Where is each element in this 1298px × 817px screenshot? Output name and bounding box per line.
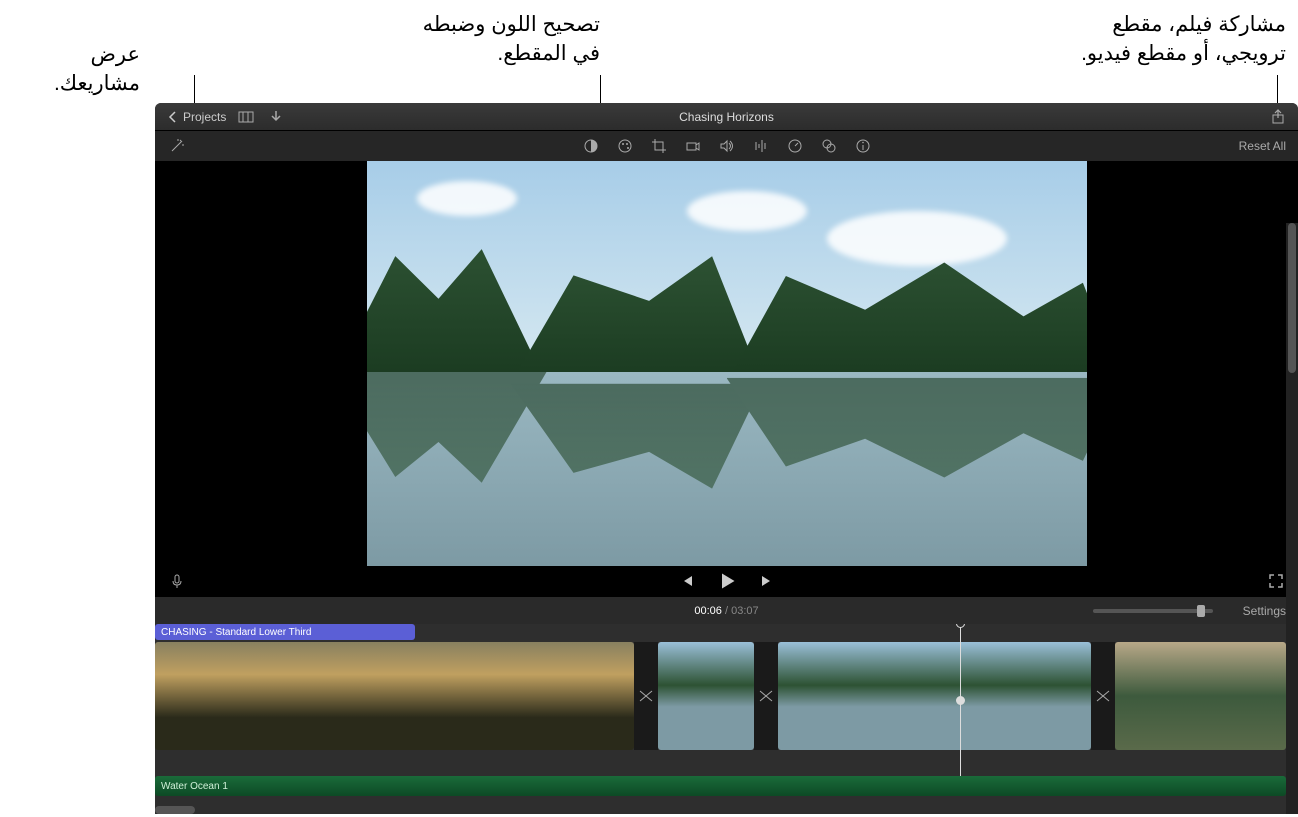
library-icon	[238, 109, 254, 125]
time-display: 00:06 / 03:07	[694, 605, 758, 617]
zoom-slider[interactable]	[1093, 609, 1213, 613]
projects-label: Projects	[183, 110, 226, 124]
next-button[interactable]	[757, 571, 777, 591]
adjustment-icons	[581, 136, 873, 156]
next-icon	[759, 573, 775, 589]
play-icon	[717, 571, 737, 591]
video-clip-3[interactable]	[778, 642, 1091, 750]
camera-icon	[685, 138, 701, 154]
import-button[interactable]	[266, 107, 286, 127]
timeline-header: 00:06 / 03:07 Settings	[155, 596, 1298, 624]
horizontal-scrollbar[interactable]	[155, 806, 195, 814]
volume-icon	[719, 138, 735, 154]
playhead-handle[interactable]	[956, 624, 965, 628]
title-clip[interactable]: CHASING - Standard Lower Third	[155, 624, 415, 640]
media-browser-button[interactable]	[236, 107, 256, 127]
volume-button[interactable]	[717, 136, 737, 156]
transition-icon	[758, 688, 774, 704]
transition-2[interactable]	[754, 642, 778, 750]
callout-projects: عرض مشاريعك.	[0, 40, 140, 99]
video-clip-1[interactable]	[155, 642, 634, 750]
chevron-left-icon	[165, 109, 181, 125]
callout-share: مشاركة فيلم، مقطعترويجي، أو مقطع فيديو.	[1081, 10, 1286, 69]
video-clip-4[interactable]	[1115, 642, 1286, 750]
color-balance-button[interactable]	[581, 136, 601, 156]
info-icon	[855, 138, 871, 154]
fullscreen-icon	[1268, 573, 1284, 589]
fullscreen-button[interactable]	[1266, 571, 1286, 591]
audio-clip[interactable]: Water Ocean 1	[155, 776, 1286, 796]
vertical-scrollbar[interactable]	[1288, 223, 1296, 373]
voiceover-button[interactable]	[167, 571, 187, 591]
transition-1[interactable]	[634, 642, 658, 750]
equalizer-icon	[753, 138, 769, 154]
circles-icon	[821, 138, 837, 154]
color-correction-button[interactable]	[615, 136, 635, 156]
speedometer-icon	[787, 138, 803, 154]
wand-icon	[169, 138, 185, 154]
share-icon	[1270, 109, 1286, 125]
audio-clip-label: Water Ocean 1	[161, 781, 228, 792]
adjustment-toolbar: Reset All	[155, 131, 1298, 161]
noise-reduction-button[interactable]	[751, 136, 771, 156]
prev-button[interactable]	[677, 571, 697, 591]
vertical-scrollbar-track	[1286, 223, 1298, 814]
titlebar-right	[1268, 107, 1288, 127]
playhead[interactable]	[960, 624, 961, 779]
color-balance-icon	[583, 138, 599, 154]
viewer-canvas[interactable]	[155, 161, 1298, 566]
prev-icon	[679, 573, 695, 589]
share-button[interactable]	[1268, 107, 1288, 127]
project-title: Chasing Horizons	[679, 110, 774, 124]
video-preview	[367, 161, 1087, 566]
projects-button[interactable]: Projects	[165, 109, 226, 125]
speed-button[interactable]	[785, 136, 805, 156]
filter-button[interactable]	[819, 136, 839, 156]
video-track	[155, 642, 1286, 750]
title-clip-label: CHASING - Standard Lower Third	[161, 627, 311, 638]
play-button[interactable]	[717, 571, 737, 591]
callout-line	[1277, 75, 1278, 105]
reset-all-button[interactable]: Reset All	[1239, 139, 1286, 153]
microphone-icon	[169, 573, 185, 589]
info-button[interactable]	[853, 136, 873, 156]
download-arrow-icon	[268, 109, 284, 125]
callout-line	[194, 75, 195, 105]
titlebar: Projects Chasing Horizons	[155, 103, 1298, 131]
app-window: Projects Chasing Horizons	[155, 103, 1298, 814]
transition-3[interactable]	[1091, 642, 1115, 750]
transition-icon	[1095, 688, 1111, 704]
transport-bar	[155, 566, 1298, 596]
time-duration: 03:07	[731, 605, 759, 617]
video-clip-2[interactable]	[658, 642, 754, 750]
palette-icon	[617, 138, 633, 154]
time-current: 00:06	[694, 605, 722, 617]
transition-icon	[638, 688, 654, 704]
timeline[interactable]: CHASING - Standard Lower Third Water Oce…	[155, 624, 1298, 814]
crop-button[interactable]	[649, 136, 669, 156]
zoom-thumb[interactable]	[1197, 605, 1205, 617]
enhance-button[interactable]	[167, 136, 187, 156]
viewer	[155, 161, 1298, 596]
titlebar-left: Projects	[165, 107, 286, 127]
timeline-settings-button[interactable]: Settings	[1243, 604, 1286, 618]
stabilization-button[interactable]	[683, 136, 703, 156]
transport-controls	[677, 571, 777, 591]
callout-color: تصحيح اللون وضبطهفي المقطع.	[370, 10, 600, 69]
playhead-indicator	[956, 696, 965, 705]
crop-icon	[651, 138, 667, 154]
